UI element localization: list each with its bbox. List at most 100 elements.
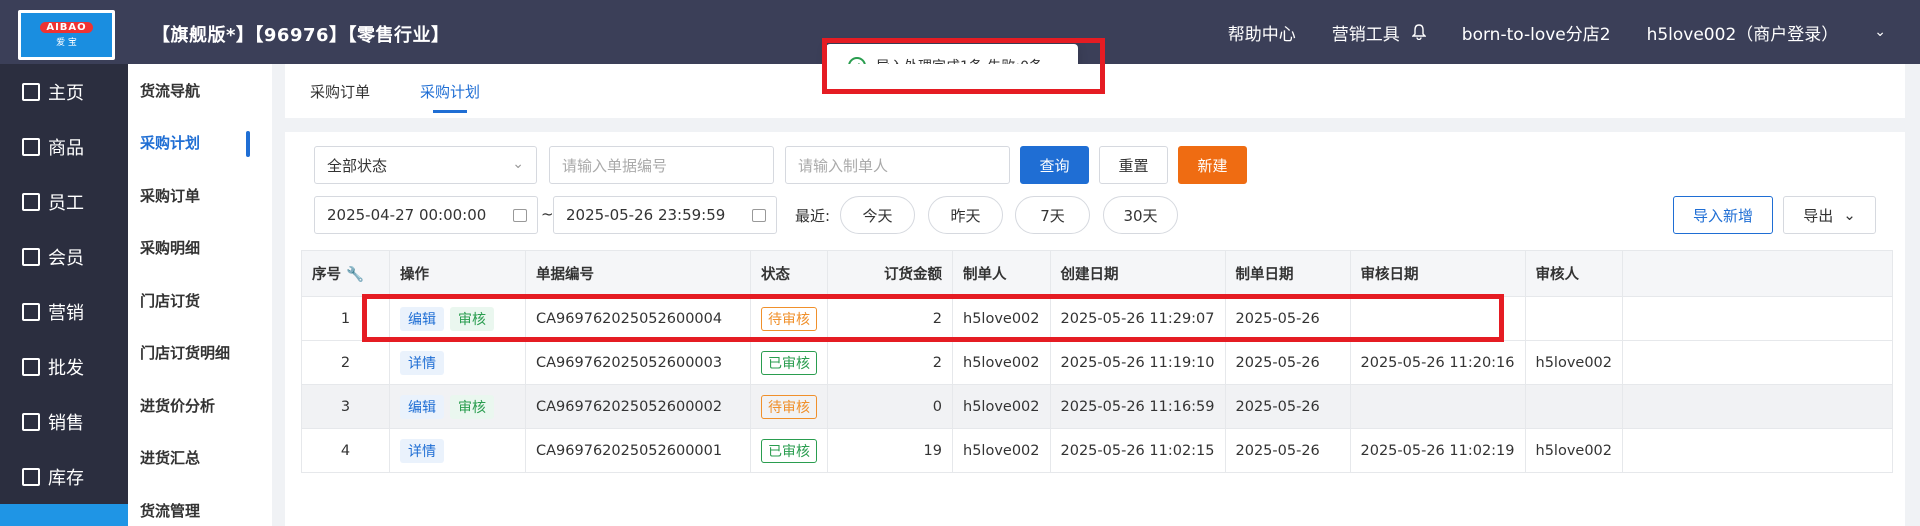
cell-made: 2025-05-26 — [1224, 384, 1351, 429]
col-header-made: 制单日期 — [1224, 250, 1351, 297]
tab-purchase-plan[interactable]: 采购计划 — [420, 81, 480, 102]
help-center-link[interactable]: 帮助中心 — [1228, 20, 1296, 45]
chevron-down-icon[interactable]: ⌄ — [1874, 24, 1886, 40]
cell-created: 2025-05-26 11:02:15 — [1049, 428, 1226, 473]
nav-item-goods[interactable]: 商品 — [0, 119, 128, 174]
edit-button[interactable]: 编辑 — [400, 394, 444, 419]
subnav-item-flow-manage[interactable]: 货流管理 — [128, 484, 272, 526]
subnav-item-purchase-order[interactable]: 采购订单 — [128, 169, 272, 222]
cell-created: 2025-05-26 11:16:59 — [1049, 384, 1226, 429]
nav-item-inventory[interactable]: 库存 — [0, 449, 128, 504]
cell-status: 已审核 — [750, 340, 828, 385]
import-new-button[interactable]: 导入新增 — [1673, 196, 1773, 234]
audit-button[interactable]: 审核 — [450, 394, 494, 419]
user-menu[interactable]: h5love002（商户登录） — [1647, 20, 1839, 45]
nav-label: 会员 — [48, 247, 84, 269]
member-icon — [22, 247, 40, 266]
detail-button[interactable]: 详情 — [400, 350, 444, 375]
wrench-icon[interactable]: 🔧 — [346, 267, 364, 283]
nav-item-sales[interactable]: 销售 — [0, 394, 128, 449]
nav-item-wholesale[interactable]: 批发 — [0, 339, 128, 394]
cell-amount: 2 — [827, 340, 953, 385]
status-select[interactable]: 全部状态 ⌄ — [314, 146, 537, 184]
create-button[interactable]: 新建 — [1178, 146, 1247, 184]
table-row: 3 编辑 审核 CA969762025052600002 待审核 0 h5love… — [301, 384, 1893, 429]
home-icon — [22, 82, 40, 101]
nav-label: 商品 — [48, 137, 84, 159]
cell-actions: 详情 — [389, 340, 526, 385]
cell-auditor — [1524, 384, 1623, 429]
tab-purchase-order[interactable]: 采购订单 — [310, 81, 370, 102]
col-header-audited: 审核日期 — [1349, 250, 1526, 297]
recent-7d-button[interactable]: 7天 — [1015, 196, 1090, 234]
chart-icon — [22, 412, 40, 431]
cell-amount: 0 — [827, 384, 953, 429]
subnav-item-purchase-detail[interactable]: 采购明细 — [128, 222, 272, 275]
export-label: 导出 — [1803, 206, 1834, 225]
nav-item-marketing[interactable]: 营销 — [0, 284, 128, 339]
active-tab-indicator — [433, 110, 467, 113]
nav-item-staff[interactable]: 员工 — [0, 174, 128, 229]
status-badge: 已审核 — [761, 350, 817, 375]
cell-actions: 编辑 审核 — [389, 384, 526, 429]
cell-made: 2025-05-26 — [1224, 340, 1351, 385]
export-button[interactable]: 导出 ⌄ — [1783, 196, 1876, 234]
megaphone-icon — [22, 302, 40, 321]
cell-audited: 2025-05-26 11:02:19 — [1349, 428, 1526, 473]
cell-filler — [1622, 428, 1893, 473]
calendar-icon — [752, 209, 766, 222]
nav-item-member[interactable]: 会员 — [0, 229, 128, 284]
staff-icon — [22, 192, 40, 211]
recent-30d-button[interactable]: 30天 — [1103, 196, 1178, 234]
purchase-plan-table: 序号 🔧 操作 单据编号 状态 订货金额 制单人 创建日期 制单日期 审核日期 … — [301, 250, 1893, 473]
end-date-input[interactable]: 2025-05-26 23:59:59 — [553, 196, 777, 234]
col-header-filler — [1622, 250, 1893, 297]
doc-no-input[interactable]: 请输入单据编号 — [549, 146, 774, 184]
date-separator: ~ — [541, 205, 554, 223]
col-header-status: 状态 — [750, 250, 828, 297]
maker-input[interactable]: 请输入制单人 — [785, 146, 1010, 184]
calendar-icon — [513, 209, 527, 222]
subnav-item-purchase-summary[interactable]: 进货汇总 — [128, 432, 272, 485]
col-header-doc-no: 单据编号 — [525, 250, 751, 297]
cell-amount: 19 — [827, 428, 953, 473]
cell-no: 2 — [301, 340, 390, 385]
brand-logo[interactable]: AIBAO 爱 宝 — [18, 10, 115, 60]
pie-icon — [22, 467, 40, 486]
subnav-item-purchase-plan[interactable]: 采购计划 — [128, 117, 272, 170]
highlight-row-box — [362, 294, 1504, 342]
reset-button[interactable]: 重置 — [1099, 146, 1168, 184]
cell-status: 已审核 — [750, 428, 828, 473]
subnav-item-store-order-detail[interactable]: 门店订货明细 — [128, 327, 272, 380]
recent-today-button[interactable]: 今天 — [840, 196, 915, 234]
col-header-auditor: 审核人 — [1524, 250, 1623, 297]
subnav-item-flow-guide[interactable]: 货流导航 — [128, 64, 272, 117]
detail-button[interactable]: 详情 — [400, 438, 444, 463]
subnav-item-price-analysis[interactable]: 进货价分析 — [128, 379, 272, 432]
cell-filler — [1622, 384, 1893, 429]
edition-label: 【旗舰版*】【96976】【零售行业】 — [152, 25, 450, 46]
recent-label: 最近: — [795, 207, 831, 225]
status-badge: 已审核 — [761, 438, 817, 463]
nav-item-home[interactable]: 主页 — [0, 64, 128, 119]
col-header-maker: 制单人 — [952, 250, 1051, 297]
recent-yesterday-button[interactable]: 昨天 — [928, 196, 1003, 234]
col-header-amount: 订货金额 — [827, 250, 953, 297]
cell-doc-no: CA969762025052600002 — [525, 384, 751, 429]
header-label: 序号 — [312, 267, 341, 283]
subnav-item-store-order[interactable]: 门店订货 — [128, 274, 272, 327]
table-row: 2 详情 CA969762025052600003 已审核 2 h5love00… — [301, 340, 1893, 385]
nav-item-active[interactable] — [0, 504, 128, 526]
store-selector[interactable]: born-to-love分店2 — [1462, 20, 1611, 45]
cell-status: 待审核 — [750, 384, 828, 429]
cell-filler — [1622, 340, 1893, 385]
cell-made: 2025-05-26 — [1224, 428, 1351, 473]
start-date-input[interactable]: 2025-04-27 00:00:00 — [314, 196, 538, 234]
status-badge: 待审核 — [761, 394, 817, 419]
marketing-tools-link[interactable]: 营销工具 — [1332, 20, 1400, 45]
query-button[interactable]: 查询 — [1020, 146, 1089, 184]
table-header-row: 序号 🔧 操作 单据编号 状态 订货金额 制单人 创建日期 制单日期 审核日期 … — [301, 250, 1893, 297]
start-date-value: 2025-04-27 00:00:00 — [327, 206, 487, 224]
bell-icon[interactable] — [1411, 24, 1426, 40]
nav-label: 员工 — [48, 192, 84, 214]
